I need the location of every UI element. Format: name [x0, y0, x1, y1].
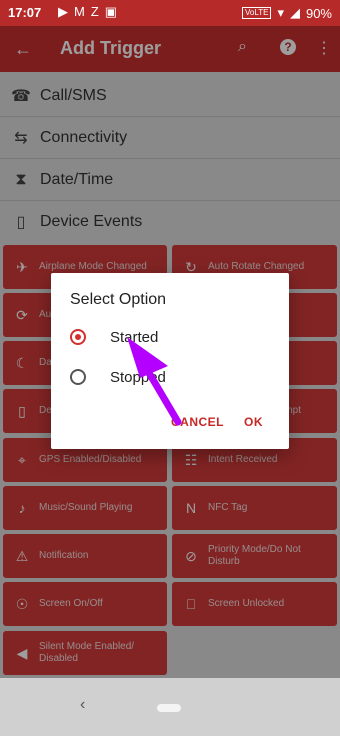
- status-time: 17:07: [8, 5, 42, 20]
- image-icon: ▣: [104, 4, 118, 19]
- system-nav-bar: ‹: [0, 678, 340, 736]
- youtube-icon: ▶: [58, 4, 68, 19]
- signal-icon: ◢: [289, 5, 300, 20]
- option-label: Stopped: [110, 368, 166, 386]
- wifi-icon: ▾: [277, 5, 284, 20]
- z-app-icon: Z: [90, 4, 99, 19]
- battery-level: 90%: [305, 5, 332, 21]
- option-stopped[interactable]: Stopped: [70, 365, 270, 389]
- radio-unselected-icon[interactable]: [70, 369, 86, 385]
- status-bar: 17:07 ▶ M Z ▣ VoLTE ▾ ◢ 90%: [0, 0, 340, 26]
- volte-badge: VoLTE: [242, 7, 272, 19]
- select-option-dialog: Select Option Started Stopped CANCEL OK: [51, 273, 289, 449]
- radio-selected-icon[interactable]: [70, 329, 86, 345]
- notification-icons: ▶ M Z ▣: [58, 4, 117, 20]
- home-pill-icon[interactable]: [157, 704, 181, 712]
- ok-button[interactable]: OK: [244, 415, 263, 429]
- option-label: Started: [110, 328, 159, 346]
- option-started[interactable]: Started: [70, 325, 270, 349]
- gmail-icon: M: [74, 4, 85, 19]
- dialog-title: Select Option: [70, 291, 167, 308]
- status-right: VoLTE ▾ ◢ 90%: [242, 5, 332, 21]
- modal-scrim-top: [0, 26, 340, 72]
- cancel-button[interactable]: CANCEL: [171, 415, 224, 429]
- nav-back-icon[interactable]: ‹: [80, 696, 85, 714]
